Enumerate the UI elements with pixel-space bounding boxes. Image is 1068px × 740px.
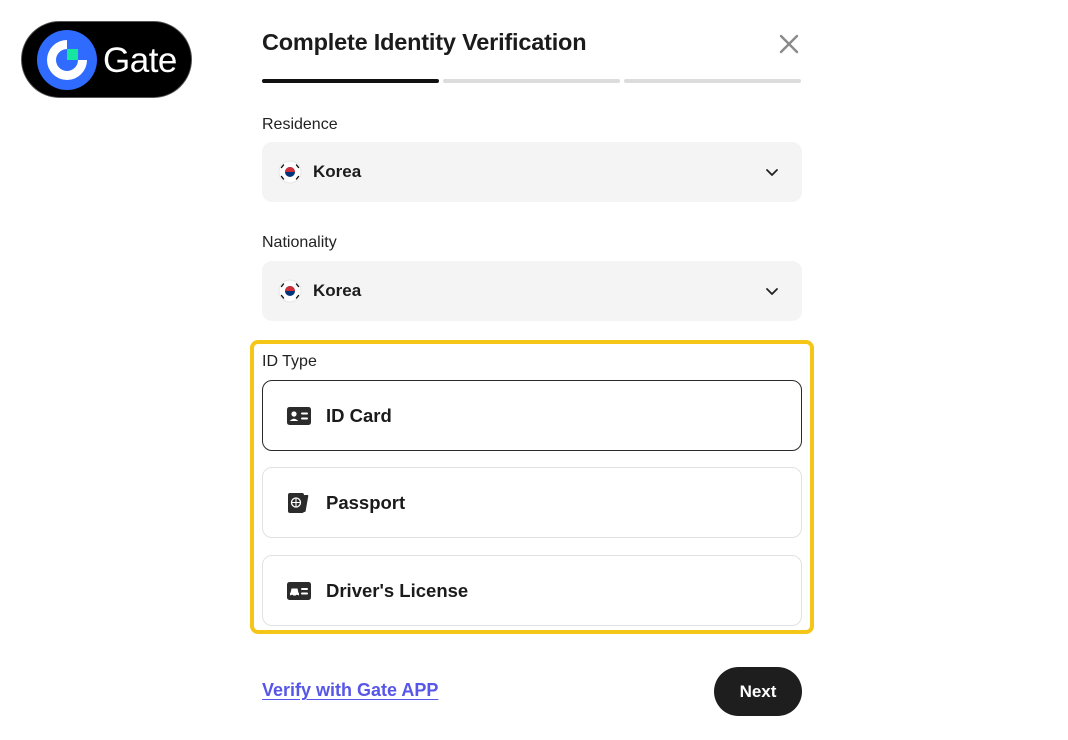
verify-with-app-link[interactable]: Verify with Gate APP [262,680,438,701]
id-card-icon [287,406,311,425]
drivers-license-label: Driver's License [326,579,469,601]
progress-step-1 [262,79,439,83]
korea-flag-icon [278,160,302,184]
gate-logo: Gate [21,21,192,98]
id-card-label: ID Card [326,404,392,426]
id-type-label: ID Type [262,353,317,370]
chevron-down-icon [766,169,778,176]
drivers-license-option[interactable]: Driver's License [262,555,802,626]
id-card-option[interactable]: ID Card [262,380,802,451]
logo-text: Gate [103,40,177,80]
chevron-down-icon [766,288,778,295]
close-icon[interactable] [777,32,801,56]
passport-option[interactable]: Passport [262,467,802,538]
residence-select[interactable]: Korea [262,142,802,202]
progress-step-2 [443,79,620,83]
progress-step-3 [624,79,801,83]
residence-value: Korea [313,162,362,181]
drivers-license-icon [287,581,311,600]
nationality-select[interactable]: Korea [262,261,802,321]
passport-icon [288,492,309,513]
korea-flag-icon [278,279,302,303]
residence-label: Residence [262,116,338,133]
gate-logo-icon [37,29,97,90]
page-title: Complete Identity Verification [262,29,587,55]
progress-steps [262,79,801,83]
next-button[interactable]: Next [714,667,802,716]
nationality-label: Nationality [262,234,337,251]
passport-label: Passport [326,491,406,513]
nationality-value: Korea [313,281,362,300]
